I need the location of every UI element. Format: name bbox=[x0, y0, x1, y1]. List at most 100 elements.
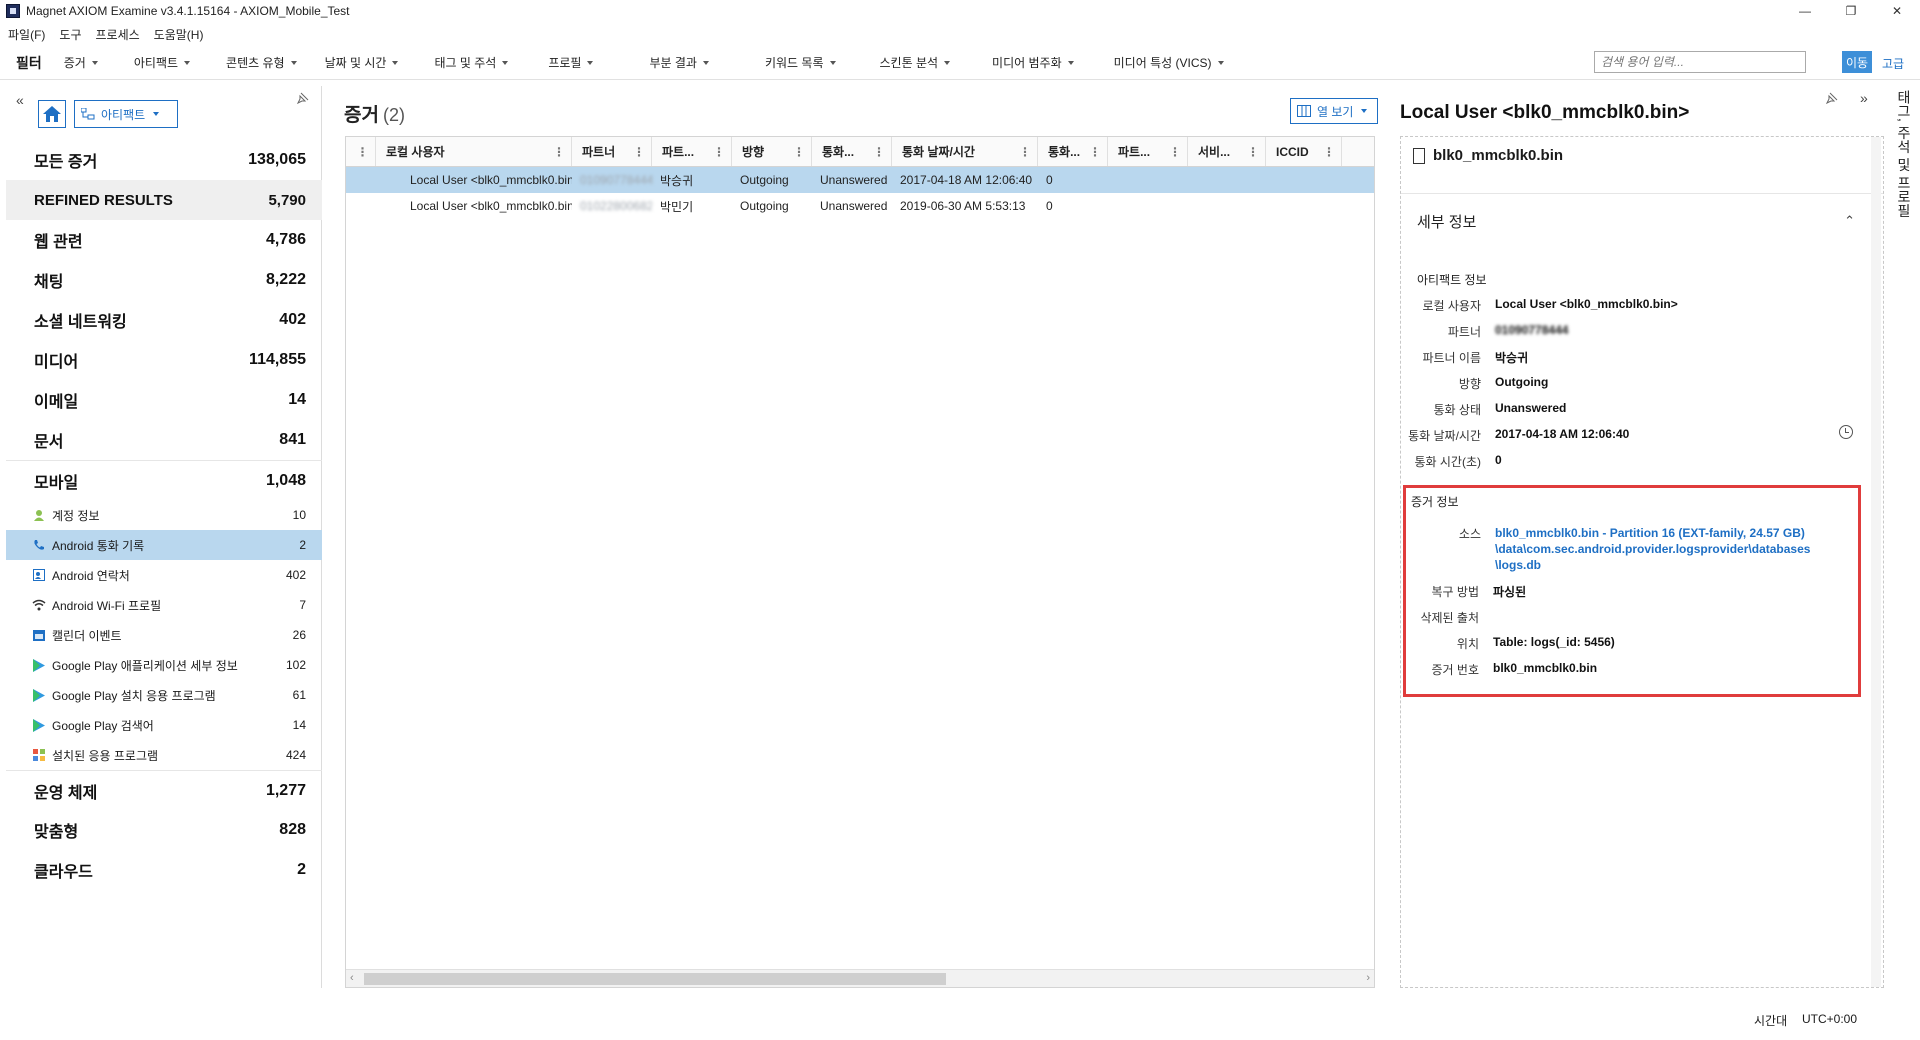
tags-comments-profiles-tab[interactable]: 태그, 주석 및 프로필 bbox=[1894, 90, 1914, 330]
scrollbar-thumb[interactable] bbox=[364, 973, 946, 985]
source-link[interactable]: blk0_mmcblk0.bin - Partition 16 (EXT-fam… bbox=[1495, 525, 1810, 573]
chevron-down-icon bbox=[91, 60, 98, 65]
filter-date-time[interactable]: 날짜 및 시간 bbox=[325, 54, 399, 71]
column-view-button[interactable]: 열 보기 bbox=[1290, 98, 1378, 124]
column-header[interactable]: 통화... ⋮ bbox=[1038, 137, 1108, 166]
category-chat[interactable]: 채팅 8,222 bbox=[6, 260, 322, 300]
field-call-datetime: 통화 날짜/시간 2017-04-18 AM 12:06:40 bbox=[1408, 427, 1630, 443]
home-button[interactable] bbox=[38, 100, 66, 128]
field-partner-name: 파트너 이름 박승귀 bbox=[1422, 351, 1529, 365]
divider bbox=[1401, 193, 1883, 194]
column-header[interactable]: ICCID ⋮ bbox=[1266, 137, 1342, 166]
status-bar: 시간대 UTC+0:00 bbox=[0, 1004, 1920, 1034]
view-mode-dropdown[interactable]: 아티팩트 bbox=[74, 100, 178, 128]
clock-icon[interactable] bbox=[1839, 425, 1853, 439]
artifact-google-play-app-details[interactable]: Google Play 애플리케이션 세부 정보 102 bbox=[6, 650, 322, 680]
category-media[interactable]: 미디어 114,855 bbox=[6, 340, 322, 380]
columns-icon bbox=[1297, 105, 1311, 117]
filter-keyword-lists[interactable]: 키워드 목록 bbox=[765, 54, 836, 71]
category-social-networking[interactable]: 소셜 네트워킹 402 bbox=[6, 300, 322, 340]
calendar-icon bbox=[32, 628, 46, 642]
artifact-google-play-installed-apps[interactable]: Google Play 설치 응용 프로그램 61 bbox=[6, 680, 322, 710]
scroll-right-icon[interactable]: › bbox=[1366, 972, 1370, 984]
field-source: 소스 blk0_mmcblk0.bin - Partition 16 (EXT-… bbox=[1458, 525, 1811, 573]
filter-media-vics[interactable]: 미디어 특성 (VICS) bbox=[1114, 54, 1224, 71]
artifact-account-info[interactable]: 계정 정보 10 bbox=[6, 500, 322, 530]
column-header[interactable]: 방향 ⋮ bbox=[732, 137, 812, 166]
tree-view-icon bbox=[81, 108, 95, 120]
menu-process[interactable]: 프로세스 bbox=[96, 26, 140, 43]
evidence-info-label: 증거 정보 bbox=[1411, 495, 1459, 509]
play-icon bbox=[32, 658, 46, 672]
artifact-calendar-events[interactable]: 캘린더 이벤트 26 bbox=[6, 620, 322, 650]
pin-icon[interactable] bbox=[1826, 92, 1838, 104]
chevron-down-icon bbox=[153, 112, 160, 116]
collapse-up-icon[interactable]: ⌃ bbox=[1844, 213, 1855, 229]
category-cloud[interactable]: 클라우드 2 bbox=[6, 850, 322, 890]
field-call-status: 통화 상태 Unanswered bbox=[1433, 401, 1567, 417]
category-web-related[interactable]: 웹 관련 4,786 bbox=[6, 220, 322, 260]
artifact-google-play-searches[interactable]: Google Play 검색어 14 bbox=[6, 710, 322, 740]
table-row[interactable]: Local User <blk0_mmcblk0.bin> 0102280068… bbox=[346, 193, 1374, 219]
column-header[interactable]: 통화... ⋮ bbox=[812, 137, 892, 166]
chevron-down-icon bbox=[829, 60, 836, 65]
artifact-android-contacts[interactable]: Android 연락처 402 bbox=[6, 560, 322, 590]
artifact-installed-apps[interactable]: 설치된 응용 프로그램 424 bbox=[6, 740, 322, 770]
filter-content-type[interactable]: 콘텐츠 유형 bbox=[226, 54, 297, 71]
user-icon bbox=[32, 508, 46, 522]
category-refined-results[interactable]: REFINED RESULTS 5,790 bbox=[6, 180, 322, 220]
column-header[interactable]: 파트너 ⋮ bbox=[572, 137, 652, 166]
details-panel: blk0_mmcblk0.bin 세부 정보 ⌃ 아티팩트 정보 로컬 사용자 L… bbox=[1400, 136, 1884, 988]
category-custom[interactable]: 맞춤형 828 bbox=[6, 810, 322, 850]
chevron-down-icon bbox=[944, 60, 951, 65]
column-header[interactable]: 서비... ⋮ bbox=[1188, 137, 1266, 166]
evidence-title: 증거 (2) bbox=[344, 105, 405, 126]
column-header[interactable]: 로컬 사용자 ⋮ bbox=[376, 137, 572, 166]
column-header[interactable]: 파트... ⋮ bbox=[1108, 137, 1188, 166]
title-bar: Magnet AXIOM Examine v3.4.1.15164 - AXIO… bbox=[0, 0, 1920, 22]
chevron-down-icon bbox=[1217, 60, 1224, 65]
category-all-evidence[interactable]: 모든 증거 138,065 bbox=[6, 140, 322, 180]
category-email[interactable]: 이메일 14 bbox=[6, 380, 322, 420]
minimize-button[interactable]: — bbox=[1782, 0, 1828, 22]
menu-help[interactable]: 도움말(H) bbox=[154, 26, 204, 43]
filter-tags-comments[interactable]: 태그 및 주석 bbox=[434, 54, 509, 71]
filter-partial-results[interactable]: 부분 결과 bbox=[649, 54, 709, 71]
chevron-down-icon bbox=[587, 60, 594, 65]
timezone-value[interactable]: UTC+0:00 bbox=[1802, 1012, 1857, 1026]
chevron-down-icon bbox=[290, 60, 297, 65]
filter-media-categorization[interactable]: 미디어 범주화 bbox=[992, 54, 1074, 71]
menu-tools[interactable]: 도구 bbox=[59, 26, 81, 43]
expand-right-panel-button[interactable]: » bbox=[1860, 90, 1868, 106]
grid-header: ⋮ 로컬 사용자 ⋮ 파트너 ⋮ 파트... ⋮ 방향 ⋮ 통화... ⋮ 통화 날짜/시… bbox=[346, 137, 1374, 167]
pin-icon[interactable] bbox=[297, 92, 309, 104]
artifact-info-label: 아티팩트 정보 bbox=[1417, 273, 1487, 287]
restore-button[interactable]: ❐ bbox=[1828, 0, 1874, 22]
search-go-button[interactable]: 이동 bbox=[1842, 51, 1872, 73]
category-operating-system[interactable]: 운영 체제 1,277 bbox=[6, 770, 322, 810]
search-input[interactable] bbox=[1594, 51, 1806, 73]
collapse-left-panel-button[interactable]: « bbox=[16, 92, 24, 108]
play-icon bbox=[32, 718, 46, 732]
column-header[interactable]: 통화 날짜/시간 ⋮ bbox=[892, 137, 1038, 166]
filter-profiles[interactable]: 프로필 bbox=[548, 54, 594, 71]
app-logo-icon bbox=[6, 4, 20, 18]
artifact-android-wifi-profiles[interactable]: Android Wi-Fi 프로필 7 bbox=[6, 590, 322, 620]
table-row[interactable]: Local User <blk0_mmcblk0.bin> 0109077844… bbox=[346, 167, 1374, 193]
scroll-left-icon[interactable]: ‹ bbox=[350, 972, 354, 984]
artifact-android-call-log[interactable]: Android 통화 기록 2 bbox=[6, 530, 322, 560]
filter-skin-tone[interactable]: 스킨톤 분석 bbox=[880, 54, 951, 71]
apps-icon bbox=[32, 748, 46, 762]
category-documents[interactable]: 문서 841 bbox=[6, 420, 322, 460]
file-icon bbox=[1413, 147, 1425, 164]
advanced-search-link[interactable]: 고급 bbox=[1882, 55, 1904, 72]
filter-evidence[interactable]: 증거 bbox=[64, 54, 98, 71]
filter-artifacts[interactable]: 아티팩트 bbox=[134, 54, 191, 71]
close-button[interactable]: ✕ bbox=[1874, 0, 1920, 22]
row-selector-header[interactable]: ⋮ bbox=[346, 137, 376, 166]
horizontal-scrollbar[interactable]: ‹ › bbox=[346, 969, 1374, 987]
category-mobile[interactable]: 모바일 1,048 bbox=[6, 460, 322, 500]
menu-file[interactable]: 파일(F) bbox=[8, 26, 45, 43]
column-header[interactable]: 파트... ⋮ bbox=[652, 137, 732, 166]
vertical-scrollbar[interactable] bbox=[1871, 137, 1881, 987]
